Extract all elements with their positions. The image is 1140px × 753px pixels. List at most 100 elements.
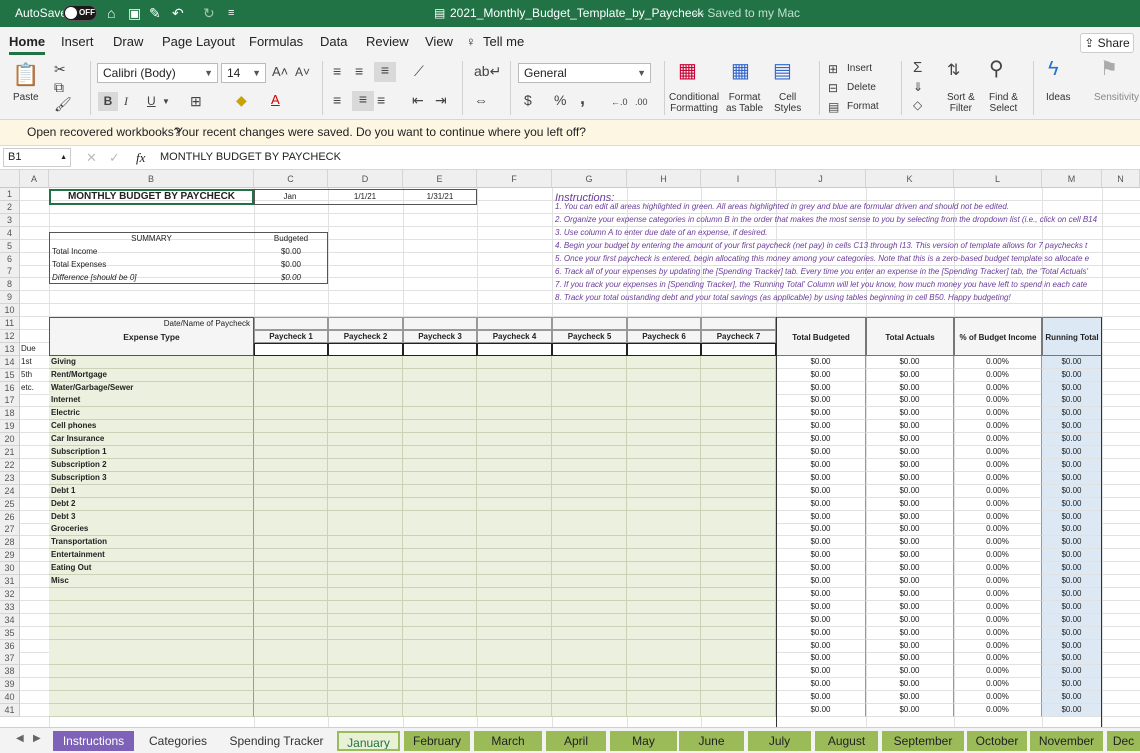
- format-cells-button[interactable]: Format: [847, 101, 879, 112]
- allocation-cell[interactable]: [552, 355, 627, 369]
- comma-style-icon[interactable]: ,: [580, 89, 585, 107]
- copy-icon[interactable]: ⧉: [54, 79, 64, 95]
- row-header[interactable]: 20: [0, 433, 20, 447]
- redo-icon[interactable]: ↻: [203, 5, 215, 21]
- column-header-C[interactable]: C: [254, 170, 328, 188]
- row-header[interactable]: 18: [0, 407, 20, 421]
- allocation-cell[interactable]: [328, 497, 403, 511]
- paycheck-amount-input[interactable]: [701, 343, 776, 356]
- allocation-cell[interactable]: [701, 575, 776, 588]
- paste-icon[interactable]: 📋: [12, 63, 39, 87]
- wrap-text-icon[interactable]: ab↵: [474, 63, 501, 79]
- edit-icon[interactable]: ✎: [149, 5, 161, 21]
- allocation-cell[interactable]: [627, 368, 701, 382]
- allocation-cell[interactable]: [627, 626, 701, 640]
- allocation-cell[interactable]: [477, 433, 552, 447]
- orientation-icon[interactable]: ⟋: [414, 63, 424, 79]
- category-cell[interactable]: Internet: [49, 394, 254, 408]
- category-cell[interactable]: Subscription 2: [49, 458, 254, 472]
- allocation-cell[interactable]: [701, 639, 776, 653]
- allocation-cell[interactable]: [552, 600, 627, 614]
- allocation-cell[interactable]: [328, 536, 403, 550]
- row-header[interactable]: 27: [0, 523, 20, 537]
- allocation-cell[interactable]: [552, 523, 627, 537]
- sheet-tab-march[interactable]: March: [474, 731, 542, 751]
- row-header[interactable]: 22: [0, 458, 20, 472]
- allocation-cell[interactable]: [627, 562, 701, 576]
- allocation-cell[interactable]: [627, 394, 701, 408]
- format-as-table-icon[interactable]: ▦: [731, 61, 750, 81]
- allocation-cell[interactable]: [627, 704, 701, 717]
- allocation-cell[interactable]: [701, 536, 776, 550]
- allocation-cell[interactable]: [328, 407, 403, 421]
- allocation-cell[interactable]: [701, 420, 776, 434]
- allocation-cell[interactable]: [477, 613, 552, 627]
- allocation-cell[interactable]: [477, 420, 552, 434]
- allocation-cell[interactable]: [254, 613, 328, 627]
- column-header-I[interactable]: I: [701, 170, 776, 188]
- align-right-icon[interactable]: ≡: [377, 92, 385, 108]
- row-header[interactable]: 30: [0, 562, 20, 576]
- allocation-cell[interactable]: [477, 665, 552, 679]
- allocation-cell[interactable]: [627, 407, 701, 421]
- tab-formulas[interactable]: Formulas: [249, 34, 303, 49]
- allocation-cell[interactable]: [328, 510, 403, 524]
- category-cell[interactable]: [49, 587, 254, 601]
- allocation-cell[interactable]: [403, 600, 477, 614]
- allocation-cell[interactable]: [254, 536, 328, 550]
- paste-button[interactable]: Paste: [13, 92, 39, 103]
- row-header[interactable]: 21: [0, 446, 20, 459]
- allocation-cell[interactable]: [477, 575, 552, 588]
- paycheck-name-cell[interactable]: [254, 317, 328, 330]
- allocation-cell[interactable]: [328, 549, 403, 563]
- paycheck-name-cell[interactable]: [627, 317, 701, 330]
- allocation-cell[interactable]: [701, 407, 776, 421]
- allocation-cell[interactable]: [552, 587, 627, 601]
- allocation-cell[interactable]: [701, 484, 776, 498]
- allocation-cell[interactable]: [701, 587, 776, 601]
- percent-icon[interactable]: %: [554, 92, 566, 108]
- allocation-cell[interactable]: [627, 355, 701, 369]
- allocation-cell[interactable]: [403, 613, 477, 627]
- category-cell[interactable]: Eating Out: [49, 562, 254, 576]
- allocation-cell[interactable]: [477, 407, 552, 421]
- allocation-cell[interactable]: [328, 665, 403, 679]
- select-all-corner[interactable]: [0, 170, 20, 188]
- allocation-cell[interactable]: [403, 562, 477, 576]
- align-middle-icon[interactable]: ≡: [355, 63, 363, 79]
- row-header[interactable]: 4: [0, 226, 20, 240]
- scroll-left-icon[interactable]: ◀: [16, 733, 24, 744]
- category-cell[interactable]: Water/Garbage/Sewer: [49, 381, 254, 395]
- allocation-cell[interactable]: [627, 420, 701, 434]
- sensitivity-icon[interactable]: ⚑: [1100, 59, 1118, 79]
- allocation-cell[interactable]: [403, 510, 477, 524]
- sheet-tab-dec[interactable]: Dec: [1107, 731, 1140, 751]
- allocation-cell[interactable]: [254, 665, 328, 679]
- allocation-cell[interactable]: [254, 678, 328, 692]
- column-header-G[interactable]: G: [552, 170, 627, 188]
- allocation-cell[interactable]: [477, 394, 552, 408]
- category-cell[interactable]: [49, 678, 254, 692]
- allocation-cell[interactable]: [552, 536, 627, 550]
- allocation-cell[interactable]: [477, 626, 552, 640]
- sort-filter-button[interactable]: Sort & Filter: [947, 92, 975, 114]
- allocation-cell[interactable]: [477, 691, 552, 705]
- home-icon[interactable]: ⌂: [107, 5, 115, 21]
- row-header[interactable]: 32: [0, 587, 20, 601]
- category-cell[interactable]: Subscription 1: [49, 446, 254, 459]
- fill-icon[interactable]: ⇓: [913, 79, 923, 95]
- allocation-cell[interactable]: [328, 626, 403, 640]
- allocation-cell[interactable]: [254, 433, 328, 447]
- allocation-cell[interactable]: [403, 458, 477, 472]
- paycheck-amount-input[interactable]: [477, 343, 552, 356]
- decrease-indent-icon[interactable]: ⇤: [412, 92, 424, 108]
- allocation-cell[interactable]: [627, 600, 701, 614]
- chevron-down-icon[interactable]: ▼: [162, 94, 170, 110]
- allocation-cell[interactable]: [403, 355, 477, 369]
- allocation-cell[interactable]: [627, 639, 701, 653]
- cell-styles-icon[interactable]: ▤: [773, 61, 792, 81]
- tab-home[interactable]: Home: [9, 34, 46, 55]
- allocation-cell[interactable]: [328, 471, 403, 485]
- allocation-cell[interactable]: [627, 587, 701, 601]
- allocation-cell[interactable]: [254, 639, 328, 653]
